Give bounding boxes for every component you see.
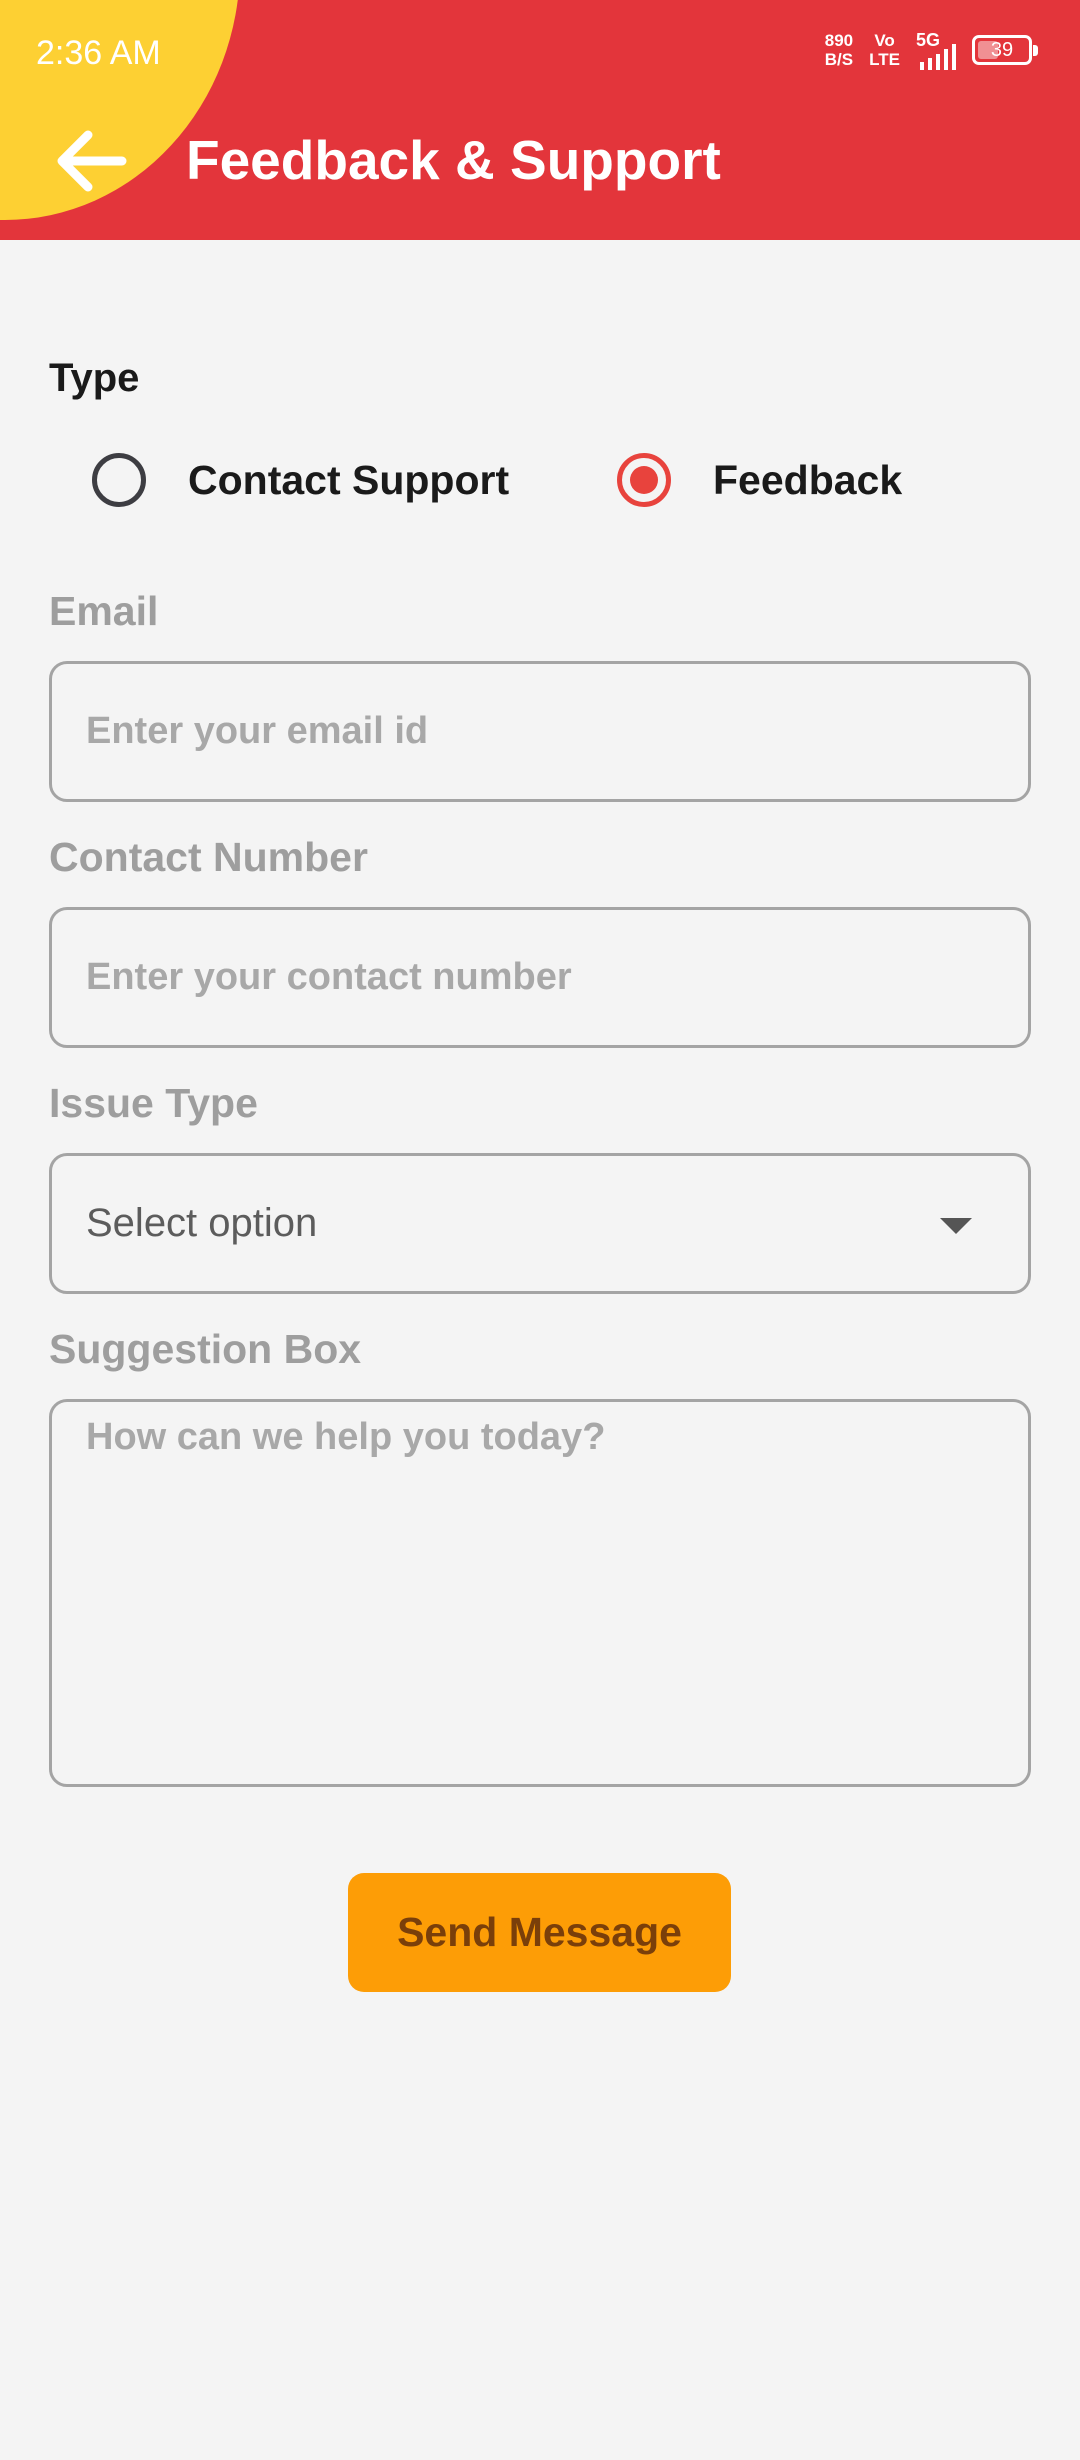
volte-icon: Vo LTE xyxy=(869,31,900,69)
app-header: 2:36 AM 890 B/S Vo LTE 5G 39 Feedback & … xyxy=(0,0,1080,240)
net-speed-indicator: 890 B/S xyxy=(825,31,853,69)
battery-level: 39 xyxy=(990,38,1014,61)
contact-number-field[interactable]: Enter your contact number xyxy=(49,907,1031,1048)
status-time: 2:36 AM xyxy=(36,34,161,72)
page-title: Feedback & Support xyxy=(186,129,721,191)
network-type: 5G xyxy=(916,30,941,50)
battery-icon: 39 xyxy=(972,35,1038,65)
suggestion-textarea[interactable]: How can we help you today? xyxy=(49,1399,1031,1787)
issue-type-label: Issue Type xyxy=(49,1080,258,1126)
radio-unchecked-icon[interactable] xyxy=(92,453,146,507)
email-field[interactable]: Enter your email id xyxy=(49,661,1031,802)
volte-bottom: LTE xyxy=(869,50,900,69)
radio-label-feedback[interactable]: Feedback xyxy=(713,457,902,504)
email-label: Email xyxy=(49,588,159,634)
back-button[interactable] xyxy=(50,126,130,196)
volte-top: Vo xyxy=(874,31,895,50)
contact-number-label: Contact Number xyxy=(49,834,368,880)
issue-type-select[interactable]: Select option xyxy=(49,1153,1031,1294)
radio-checked-icon[interactable] xyxy=(617,453,671,507)
net-speed-unit: B/S xyxy=(824,50,854,69)
radio-label-contact-support[interactable]: Contact Support xyxy=(188,457,509,504)
type-label: Type xyxy=(49,356,140,400)
signal-icon: 5G xyxy=(916,30,956,70)
issue-type-value: Select option xyxy=(86,1201,318,1245)
dropdown-arrow-icon xyxy=(940,1218,972,1234)
radio-feedback[interactable]: Feedback xyxy=(617,448,902,512)
status-icons: 890 B/S Vo LTE 5G 39 xyxy=(825,30,1038,70)
send-message-button[interactable]: Send Message xyxy=(348,1873,731,1992)
radio-contact-support[interactable]: Contact Support xyxy=(92,448,509,512)
arrow-left-icon xyxy=(57,130,127,192)
suggestion-box-label: Suggestion Box xyxy=(49,1326,362,1372)
net-speed-value: 890 xyxy=(824,31,854,50)
